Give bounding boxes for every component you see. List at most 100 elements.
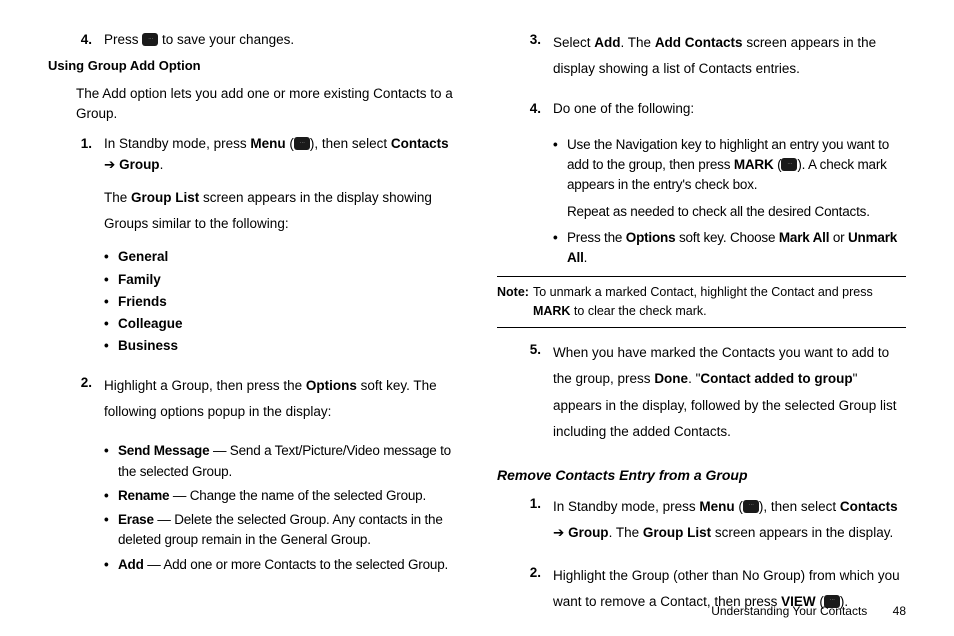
step-body: When you have marked the Contacts you wa… bbox=[553, 340, 906, 445]
text: ( bbox=[774, 157, 782, 172]
note-label: Note: bbox=[497, 283, 533, 321]
arrow: ➔ bbox=[553, 525, 568, 540]
group-name: Friends bbox=[118, 294, 167, 309]
text: to clear the check mark. bbox=[570, 304, 706, 318]
add-label: Add bbox=[594, 35, 620, 50]
menu-label: Menu bbox=[699, 499, 734, 514]
text: Press bbox=[104, 32, 142, 47]
group-list-label: Group List bbox=[643, 525, 711, 540]
options-label: Options bbox=[306, 378, 357, 393]
list-item: •Family bbox=[104, 270, 457, 290]
group-label: Group bbox=[568, 525, 609, 540]
option-name: Rename bbox=[118, 488, 169, 503]
text: . bbox=[584, 250, 588, 265]
contacts-label: Contacts bbox=[391, 136, 449, 151]
step-body: In Standby mode, press Menu ( ), then sel… bbox=[104, 134, 457, 358]
text: screen appears in the display. bbox=[711, 525, 893, 540]
step-number: 5. bbox=[525, 340, 553, 455]
text: to save your changes. bbox=[158, 32, 294, 47]
mark-label: MARK bbox=[734, 157, 774, 172]
arrow: ➔ bbox=[104, 157, 119, 172]
sub-options: • Use the Navigation key to highlight an… bbox=[553, 135, 906, 269]
remove-step-1: 1. In Standby mode, press Menu ( ), then … bbox=[525, 494, 906, 557]
note-body: To unmark a marked Contact, highlight th… bbox=[533, 283, 906, 321]
list-item: •Add — Add one or more Contacts to the s… bbox=[104, 555, 457, 575]
text: The bbox=[104, 190, 131, 205]
text: Select bbox=[553, 35, 594, 50]
step-number: 1. bbox=[76, 134, 104, 358]
list-item: •Colleague bbox=[104, 314, 457, 334]
list-item: •Send Message — Send a Text/Picture/Vide… bbox=[104, 441, 457, 482]
step-1-standby: 1. In Standby mode, press Menu ( ), then … bbox=[76, 134, 457, 358]
left-column: 4. Press to save your changes. Using Gro… bbox=[48, 30, 457, 590]
step-body: In Standby mode, press Menu ( ), then sel… bbox=[553, 494, 906, 547]
text: . The bbox=[609, 525, 643, 540]
intro-paragraph: The Add option lets you add one or more … bbox=[76, 84, 457, 125]
menu-label: Menu bbox=[250, 136, 285, 151]
page-footer: Understanding Your Contacts 48 bbox=[711, 604, 906, 618]
text: . The bbox=[621, 35, 655, 50]
option-desc: — Change the name of the selected Group. bbox=[169, 488, 426, 503]
option-name: Erase bbox=[118, 512, 154, 527]
text: ( bbox=[286, 136, 294, 151]
step-4-do-one: 4. Do one of the following: bbox=[525, 99, 906, 129]
list-item: •General bbox=[104, 247, 457, 267]
ok-key-icon bbox=[142, 33, 158, 46]
step-body: Select Add. The Add Contacts screen appe… bbox=[553, 30, 906, 83]
text: In Standby mode, press bbox=[104, 136, 250, 151]
ok-key-icon bbox=[781, 158, 797, 171]
list-item: •Rename — Change the name of the selecte… bbox=[104, 486, 457, 506]
text: ), then select bbox=[310, 136, 391, 151]
group-name: Family bbox=[118, 272, 161, 287]
footer-title: Understanding Your Contacts bbox=[711, 604, 867, 618]
step-number: 2. bbox=[525, 563, 553, 626]
heading-remove-contacts: Remove Contacts Entry from a Group bbox=[497, 465, 906, 486]
step-body: Do one of the following: bbox=[553, 99, 906, 119]
ok-key-icon bbox=[743, 500, 759, 513]
text: Highlight a Group, then press the bbox=[104, 378, 306, 393]
text: In Standby mode, press bbox=[553, 499, 699, 514]
list-item: •Business bbox=[104, 336, 457, 356]
step-2-highlight: 2. Highlight a Group, then press the Opt… bbox=[76, 373, 457, 436]
ok-key-icon bbox=[294, 137, 310, 150]
page-number: 48 bbox=[893, 604, 906, 618]
step-4-save: 4. Press to save your changes. bbox=[76, 30, 457, 50]
option-desc: — Add one or more Contacts to the select… bbox=[144, 557, 448, 572]
text: . " bbox=[688, 371, 700, 386]
step-number: 1. bbox=[525, 494, 553, 557]
step-number: 4. bbox=[76, 30, 104, 50]
step-body: Press to save your changes. bbox=[104, 30, 457, 50]
text: soft key. Choose bbox=[675, 230, 778, 245]
list-item: •Friends bbox=[104, 292, 457, 312]
step-body: Highlight a Group, then press the Option… bbox=[104, 373, 457, 426]
right-column: 3. Select Add. The Add Contacts screen a… bbox=[497, 30, 906, 590]
group-list-label: Group List bbox=[131, 190, 199, 205]
heading-using-group-add: Using Group Add Option bbox=[48, 56, 457, 76]
mark-all-label: Mark All bbox=[779, 230, 829, 245]
step-number: 2. bbox=[76, 373, 104, 436]
text: . bbox=[160, 157, 164, 172]
group-list: •General •Family •Friends •Colleague •Bu… bbox=[104, 247, 457, 356]
text: or bbox=[829, 230, 848, 245]
options-list: •Send Message — Send a Text/Picture/Vide… bbox=[104, 441, 457, 575]
text: Press the bbox=[567, 230, 626, 245]
text: To unmark a marked Contact, highlight th… bbox=[533, 285, 873, 299]
contact-added-label: Contact added to group bbox=[700, 371, 852, 386]
option-desc: — Delete the selected Group. Any contact… bbox=[118, 512, 443, 547]
option-name: Send Message bbox=[118, 443, 209, 458]
list-item: • Use the Navigation key to highlight an… bbox=[553, 135, 906, 222]
step-3-select-add: 3. Select Add. The Add Contacts screen a… bbox=[525, 30, 906, 93]
text: ), then select bbox=[759, 499, 840, 514]
step-number: 4. bbox=[525, 99, 553, 129]
option-name: Add bbox=[118, 557, 144, 572]
step-number: 3. bbox=[525, 30, 553, 93]
list-item: • Press the Options soft key. Choose Mar… bbox=[553, 228, 906, 269]
note-block: Note: To unmark a marked Contact, highli… bbox=[497, 276, 906, 328]
add-contacts-label: Add Contacts bbox=[655, 35, 743, 50]
repeat-text: Repeat as needed to check all the desire… bbox=[567, 202, 906, 222]
group-name: Colleague bbox=[118, 316, 183, 331]
options-label: Options bbox=[626, 230, 676, 245]
contacts-label: Contacts bbox=[840, 499, 898, 514]
text: ( bbox=[735, 499, 743, 514]
group-name: General bbox=[118, 249, 168, 264]
